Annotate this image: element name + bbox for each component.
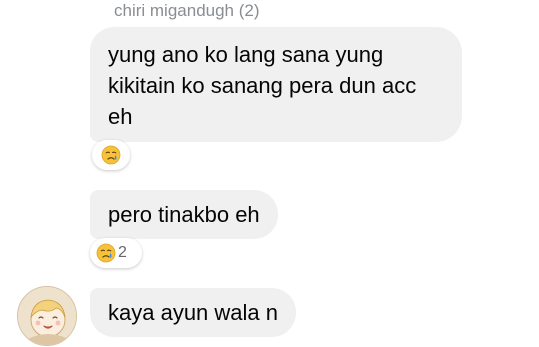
message-line: kikitain ko sanang pera dun acc — [108, 73, 417, 98]
message-bubble[interactable]: pero tinakbo eh — [90, 190, 278, 239]
message-reaction[interactable] — [92, 140, 130, 170]
reaction-count: 2 — [118, 244, 127, 261]
avatar[interactable] — [17, 286, 77, 346]
sender-name: chiri migandugh (2) — [114, 1, 260, 20]
message-bubble[interactable]: kaya ayun wala n — [90, 288, 296, 337]
crying-face-emoji-icon — [96, 243, 116, 263]
cartoon-avatar-icon — [18, 287, 76, 345]
crying-face-emoji-icon — [101, 145, 121, 165]
message-bubble[interactable]: yung ano ko lang sana yung kikitain ko s… — [90, 27, 462, 142]
message-line: eh — [108, 104, 133, 129]
message-line: yung ano ko lang sana yung — [108, 42, 384, 67]
message-reaction[interactable]: 2 — [90, 238, 142, 268]
